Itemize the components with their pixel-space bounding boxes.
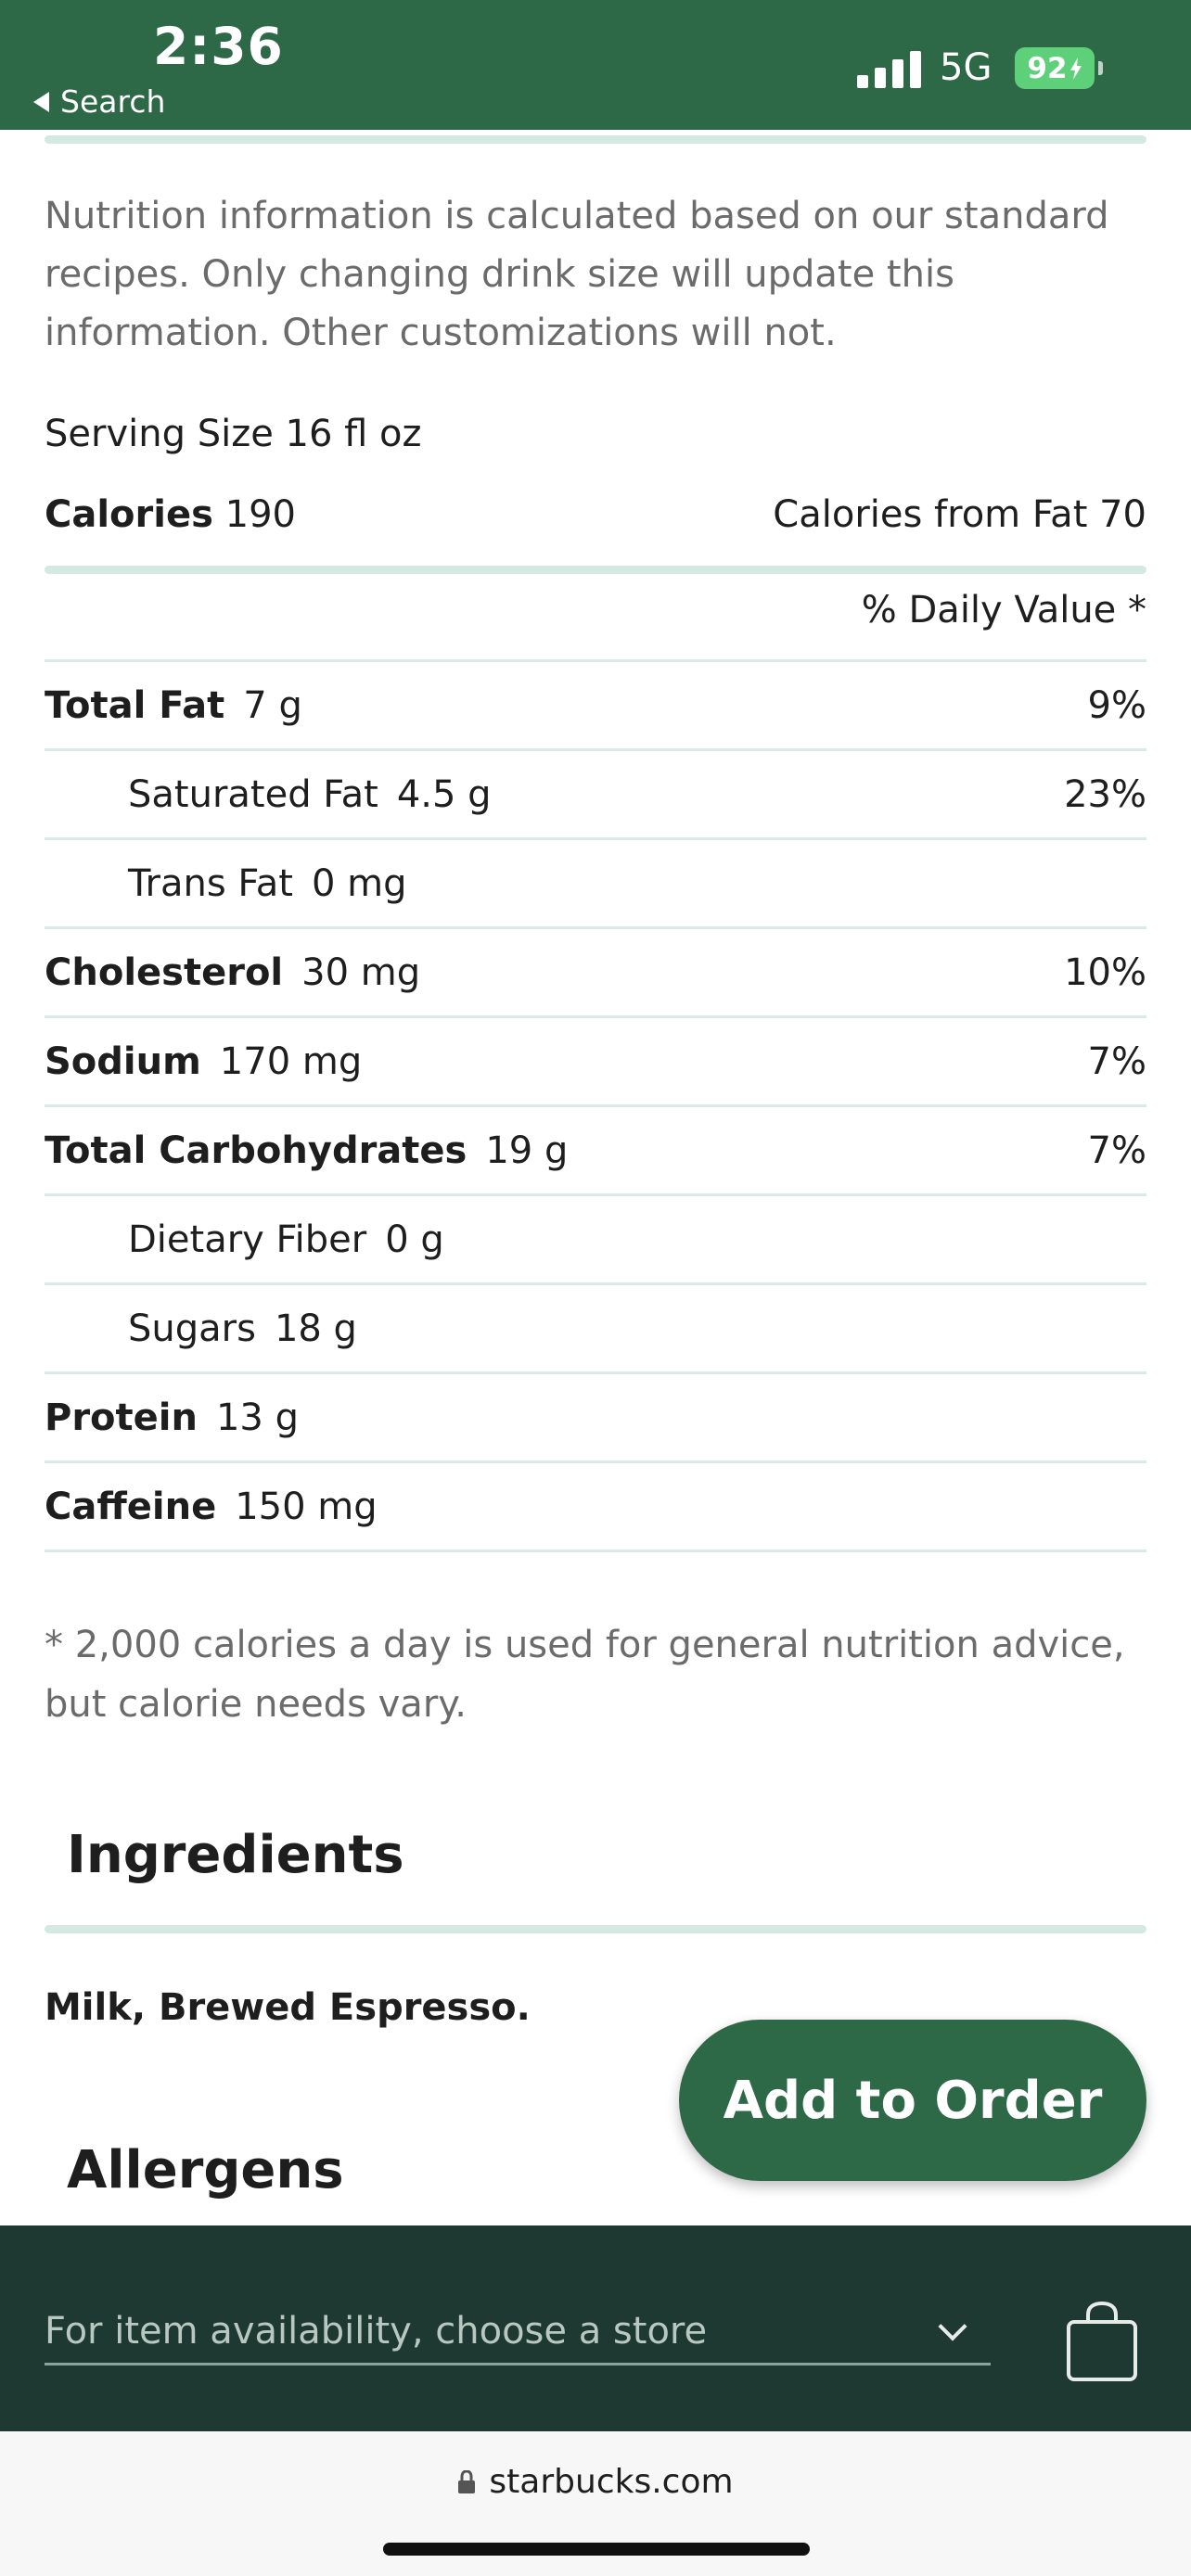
- address-bar[interactable]: starbucks.com: [0, 2463, 1191, 2501]
- browser-bar: starbucks.com: [0, 2431, 1191, 2576]
- store-selector-placeholder: For item availability, choose a store: [45, 2310, 708, 2353]
- nutrient-amount: 19 g: [485, 1129, 569, 1172]
- nutrient-daily-value: 7%: [1087, 1129, 1146, 1172]
- serving-size: Serving Size 16 fl oz: [45, 413, 422, 455]
- charging-bolt-icon: [1069, 57, 1082, 80]
- nutrient-amount: 0 g: [385, 1218, 444, 1261]
- nutrient-name: Total Fat: [45, 684, 225, 727]
- nutrient-name: Dietary Fiber: [128, 1218, 367, 1261]
- allergens-heading: Allergens: [67, 2140, 344, 2200]
- nutrient-daily-value: 10%: [1064, 951, 1146, 994]
- add-to-order-button[interactable]: Add to Order: [679, 2020, 1146, 2181]
- nutrition-intro: Nutrition information is calculated base…: [45, 195, 1109, 354]
- serving-size-label: Serving Size: [45, 413, 274, 455]
- nutrient-name: Saturated Fat: [128, 773, 378, 816]
- calories-from-fat: Calories from Fat 70: [773, 493, 1146, 536]
- nutrient-row-total-fat: Total Fat 7 g 9%: [45, 661, 1146, 750]
- calories-divider: [45, 566, 1146, 574]
- nutrient-row-sodium: Sodium 170 mg 7%: [45, 1017, 1146, 1106]
- nutrient-row-trans-fat: Trans Fat 0 mg: [45, 839, 1146, 928]
- back-to-search-link[interactable]: Search: [33, 83, 165, 120]
- nutrition-footnote: * 2,000 calories a day is used for gener…: [45, 1624, 1125, 1726]
- lock-icon: [458, 2469, 476, 2493]
- nutrient-name: Sugars: [128, 1307, 256, 1350]
- ingredients-divider: [45, 1925, 1146, 1933]
- section-divider: [45, 135, 1146, 144]
- nutrient-name: Protein: [45, 1396, 198, 1439]
- status-bar: 2:36 Search 5G 92: [0, 0, 1191, 130]
- nutrient-amount: 170 mg: [219, 1040, 363, 1083]
- nutrient-amount: 13 g: [215, 1396, 299, 1439]
- calories-row: Calories 190 Calories from Fat 70: [45, 493, 1146, 536]
- calories-label: Calories: [45, 493, 213, 536]
- status-time: 2:36: [153, 17, 284, 76]
- url-text: starbucks.com: [489, 2463, 734, 2501]
- nutrient-amount: 150 mg: [235, 1486, 378, 1528]
- nutrient-amount: 18 g: [274, 1307, 357, 1350]
- nutrient-name: Cholesterol: [45, 951, 284, 994]
- nutrient-daily-value: 9%: [1087, 684, 1146, 727]
- calories: Calories 190: [45, 493, 296, 536]
- nutrient-amount: 7 g: [243, 684, 302, 727]
- back-arrow-icon: [33, 91, 49, 112]
- nutrient-name: Caffeine: [45, 1486, 217, 1528]
- nutrient-name: Total Carbohydrates: [45, 1129, 467, 1172]
- nutrient-daily-value: 7%: [1087, 1040, 1146, 1083]
- calories-value: 190: [224, 493, 296, 536]
- nutrient-row-protein: Protein 13 g: [45, 1373, 1146, 1462]
- store-bar: For item availability, choose a store: [0, 2225, 1191, 2431]
- battery-level: 92: [1027, 51, 1068, 85]
- shopping-bag-icon[interactable]: [1065, 2302, 1139, 2381]
- row-divider: [45, 1549, 1146, 1552]
- nutrient-name: Sodium: [45, 1040, 201, 1083]
- nutrient-row-caffeine: Caffeine 150 mg: [45, 1462, 1146, 1551]
- nutrient-daily-value: 23%: [1064, 773, 1146, 816]
- store-selector[interactable]: For item availability, choose a store: [45, 2300, 991, 2366]
- home-indicator[interactable]: [383, 2543, 810, 2556]
- battery-cap: [1098, 61, 1103, 75]
- back-label: Search: [60, 83, 166, 120]
- nutrient-amount: 30 mg: [301, 951, 421, 994]
- signal-icon: [857, 49, 922, 88]
- nutrient-amount: 0 mg: [311, 862, 407, 905]
- nutrient-amount: 4.5 g: [396, 773, 492, 816]
- chevron-down-icon: [938, 2312, 967, 2341]
- ingredients-heading: Ingredients: [67, 1825, 404, 1885]
- serving-size-value: 16 fl oz: [285, 413, 422, 455]
- ingredients-list: Milk, Brewed Espresso.: [45, 1986, 531, 2029]
- nutrient-row-sugars: Sugars 18 g: [45, 1284, 1146, 1373]
- nutrient-name: Trans Fat: [128, 862, 293, 905]
- battery-icon: 92: [1015, 47, 1095, 89]
- nutrient-row-cholesterol: Cholesterol 30 mg 10%: [45, 928, 1146, 1017]
- daily-value-header: % Daily Value *: [861, 589, 1146, 631]
- nutrient-row-dietary-fiber: Dietary Fiber 0 g: [45, 1195, 1146, 1284]
- nutrient-row-saturated-fat: Saturated Fat 4.5 g 23%: [45, 750, 1146, 839]
- network-type: 5G: [940, 46, 992, 89]
- nutrient-row-total-carbohydrates: Total Carbohydrates 19 g 7%: [45, 1106, 1146, 1195]
